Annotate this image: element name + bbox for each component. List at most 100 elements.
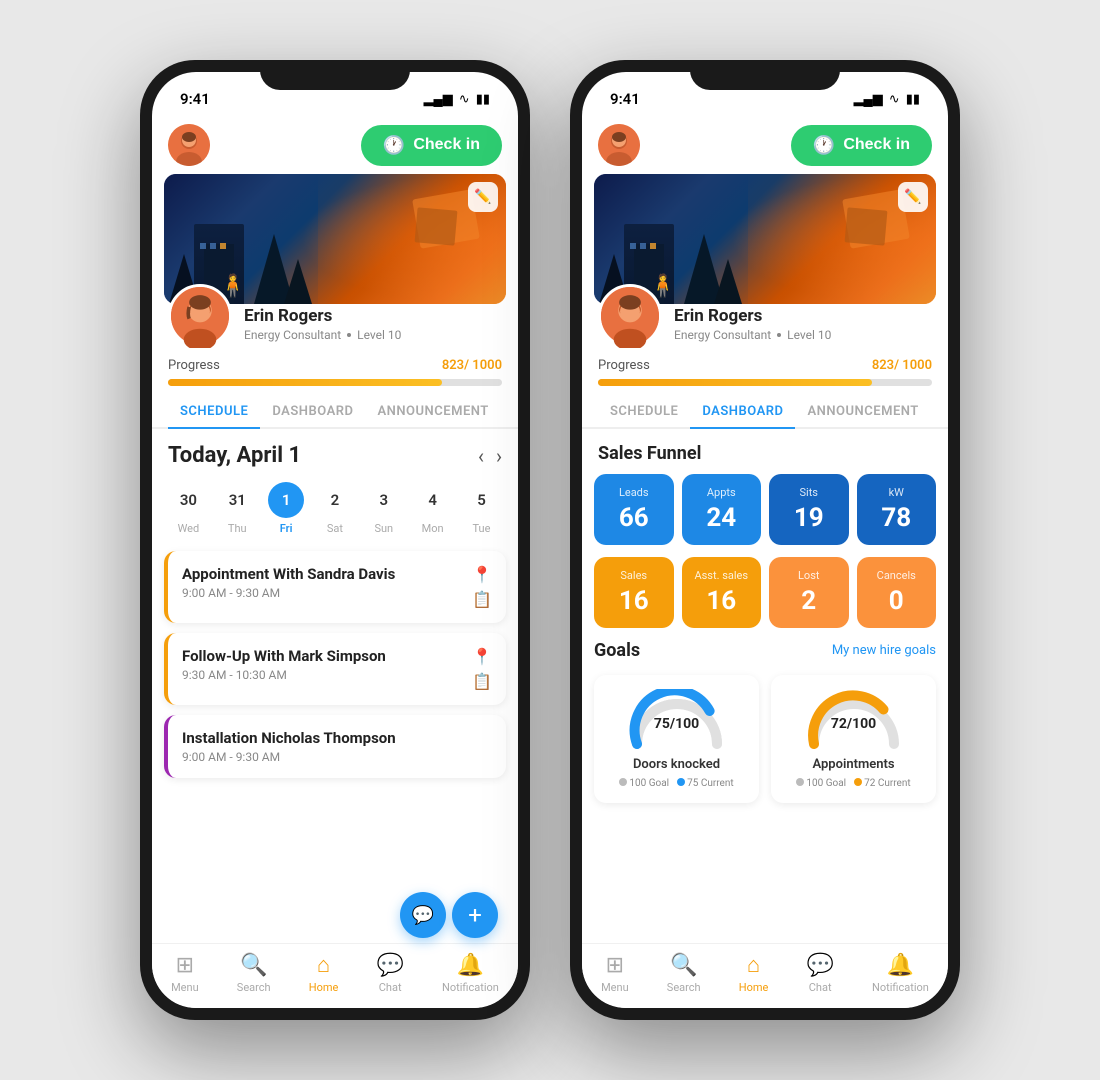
funnel-label: Sales: [620, 569, 647, 582]
profile-section: Erin Rogers Energy Consultant Level 10: [582, 284, 948, 358]
bottom-nav: ⊞ Menu 🔍 Search ⌂ Home 💬 Chat 🔔 Notifica…: [152, 943, 518, 1008]
banner-edit-button[interactable]: ✏️: [898, 182, 928, 212]
chat-icon: 💬: [376, 953, 403, 978]
nav-item-chat[interactable]: 💬 Chat: [806, 953, 833, 994]
appointment-item[interactable]: Appointment With Sandra Davis 9:00 AM - …: [164, 551, 506, 623]
nav-arrows: ‹ ›: [478, 444, 502, 468]
nav-label-chat: Chat: [379, 981, 402, 994]
funnel-value: 2: [801, 586, 816, 616]
funnel-card-cancels[interactable]: Cancels 0: [857, 557, 937, 628]
avatar[interactable]: [598, 124, 640, 166]
nav-item-home[interactable]: ⌂ Home: [739, 952, 769, 994]
funnel-card-sales[interactable]: Sales 16: [594, 557, 674, 628]
goal-name-appointments: Appointments: [812, 757, 894, 772]
funnel-card-asst-sales[interactable]: Asst. sales 16: [682, 557, 762, 628]
progress-value: 823/ 1000: [442, 358, 502, 373]
funnel-card-leads[interactable]: Leads 66: [594, 474, 674, 545]
appt-icons: 📍 📋: [472, 565, 492, 609]
appointment-item[interactable]: Follow-Up With Mark Simpson 9:30 AM - 10…: [164, 633, 506, 705]
appt-time: 9:00 AM - 9:30 AM: [182, 586, 464, 600]
nav-item-home[interactable]: ⌂ Home: [309, 952, 339, 994]
tab-announcement[interactable]: ANNOUNCEMENT: [365, 396, 500, 429]
appt-time: 9:00 AM - 9:30 AM: [182, 750, 484, 764]
cal-day-3[interactable]: 3 Sun: [366, 482, 402, 535]
appt-title: Appointment With Sandra Davis: [182, 565, 464, 583]
add-fab-button[interactable]: +: [452, 892, 498, 938]
funnel-label: Lost: [798, 569, 819, 582]
progress-label: Progress: [598, 358, 650, 373]
nav-item-notification[interactable]: 🔔 Notification: [872, 953, 929, 994]
cal-label: Thu: [228, 522, 247, 535]
prev-arrow[interactable]: ‹: [478, 444, 484, 468]
checkin-button[interactable]: 🕐 Check in: [361, 125, 502, 166]
funnel-card-kw[interactable]: kW 78: [857, 474, 937, 545]
tab-dashboard[interactable]: DASHBOARD: [690, 396, 795, 429]
avatar[interactable]: [168, 124, 210, 166]
location-icon[interactable]: 📍: [472, 647, 492, 666]
tab-announcement[interactable]: ANNOUNCEMENT: [795, 396, 930, 429]
cal-day-5[interactable]: 5 Tue: [463, 482, 499, 535]
cal-day-1[interactable]: 1 Fri: [268, 482, 304, 535]
phone-dashboard: 9:41 ▂▄▆ ∿ ▮▮ 🕐 Check in: [570, 60, 960, 1020]
nav-label-menu: Menu: [601, 981, 629, 994]
funnel-card-appts[interactable]: Appts 24: [682, 474, 762, 545]
funnel-grid-row1: Leads 66 Appts 24 Sits 19 kW 78: [582, 474, 948, 557]
tab-schedule[interactable]: SCHEDULE: [168, 396, 260, 429]
checkin-label: Check in: [843, 136, 910, 154]
appt-content: Follow-Up With Mark Simpson 9:30 AM - 10…: [182, 647, 464, 682]
cal-num: 2: [317, 482, 353, 518]
copy-icon[interactable]: 📋: [472, 590, 492, 609]
goal-card-doors: 75/100 Doors knocked 100 Goal 75 Current: [594, 675, 759, 803]
nav-item-menu[interactable]: ⊞ Menu: [171, 953, 199, 994]
goals-header: Goals My new hire goals: [594, 640, 936, 661]
nav-item-notification[interactable]: 🔔 Notification: [442, 953, 499, 994]
funnel-value: 0: [889, 586, 904, 616]
appointment-item[interactable]: Installation Nicholas Thompson 9:00 AM -…: [164, 715, 506, 778]
cal-day-2[interactable]: 2 Sat: [317, 482, 353, 535]
gauge-doors: 75/100: [627, 689, 727, 749]
funnel-card-sits[interactable]: Sits 19: [769, 474, 849, 545]
banner-edit-button[interactable]: ✏️: [468, 182, 498, 212]
nav-item-chat[interactable]: 💬 Chat: [376, 953, 403, 994]
phone-screen-dashboard: 9:41 ▂▄▆ ∿ ▮▮ 🕐 Check in: [582, 72, 948, 1008]
profile-meta: Energy Consultant Level 10: [244, 328, 401, 342]
notch: [260, 60, 410, 90]
profile-role: Energy Consultant: [674, 328, 771, 342]
copy-icon[interactable]: 📋: [472, 672, 492, 691]
nav-item-menu[interactable]: ⊞ Menu: [601, 953, 629, 994]
status-icons: ▂▄▆ ∿ ▮▮: [424, 91, 490, 107]
chat-fab-button[interactable]: 💬: [400, 892, 446, 938]
menu-icon: ⊞: [606, 953, 624, 978]
funnel-label: Cancels: [877, 569, 916, 582]
funnel-value: 16: [619, 586, 649, 616]
cal-day-4[interactable]: 4 Mon: [415, 482, 451, 535]
nav-item-search[interactable]: 🔍 Search: [237, 953, 271, 994]
clock-icon: 🕐: [813, 135, 835, 156]
checkin-button[interactable]: 🕐 Check in: [791, 125, 932, 166]
goal-legend-doors: 100 Goal 75 Current: [619, 778, 733, 789]
profile-info: Erin Rogers Energy Consultant Level 10: [674, 284, 831, 342]
appt-icons: 📍 📋: [472, 647, 492, 691]
funnel-card-lost[interactable]: Lost 2: [769, 557, 849, 628]
status-time: 9:41: [610, 90, 640, 108]
cal-day-30[interactable]: 30 Wed: [170, 482, 206, 535]
gauge-appointments: 72/100: [804, 689, 904, 749]
goal-legend-appointments: 100 Goal 72 Current: [796, 778, 910, 789]
status-icons: ▂▄▆ ∿ ▮▮: [854, 91, 920, 107]
goals-link[interactable]: My new hire goals: [832, 643, 936, 658]
nav-item-search[interactable]: 🔍 Search: [667, 953, 701, 994]
progress-header: Progress 823/ 1000: [598, 358, 932, 373]
signal-icon: ▂▄▆: [854, 91, 883, 107]
progress-bar-bg: [598, 379, 932, 386]
cal-day-31[interactable]: 31 Thu: [219, 482, 255, 535]
menu-icon: ⊞: [176, 953, 194, 978]
appt-content: Installation Nicholas Thompson 9:00 AM -…: [182, 729, 484, 764]
tab-dashboard[interactable]: DASHBOARD: [260, 396, 365, 429]
next-arrow[interactable]: ›: [496, 444, 502, 468]
location-icon[interactable]: 📍: [472, 565, 492, 584]
nav-label-menu: Menu: [171, 981, 199, 994]
tab-schedule[interactable]: SCHEDULE: [598, 396, 690, 429]
checkin-label: Check in: [413, 136, 480, 154]
wifi-icon: ∿: [459, 92, 470, 107]
profile-dot: [347, 333, 351, 337]
